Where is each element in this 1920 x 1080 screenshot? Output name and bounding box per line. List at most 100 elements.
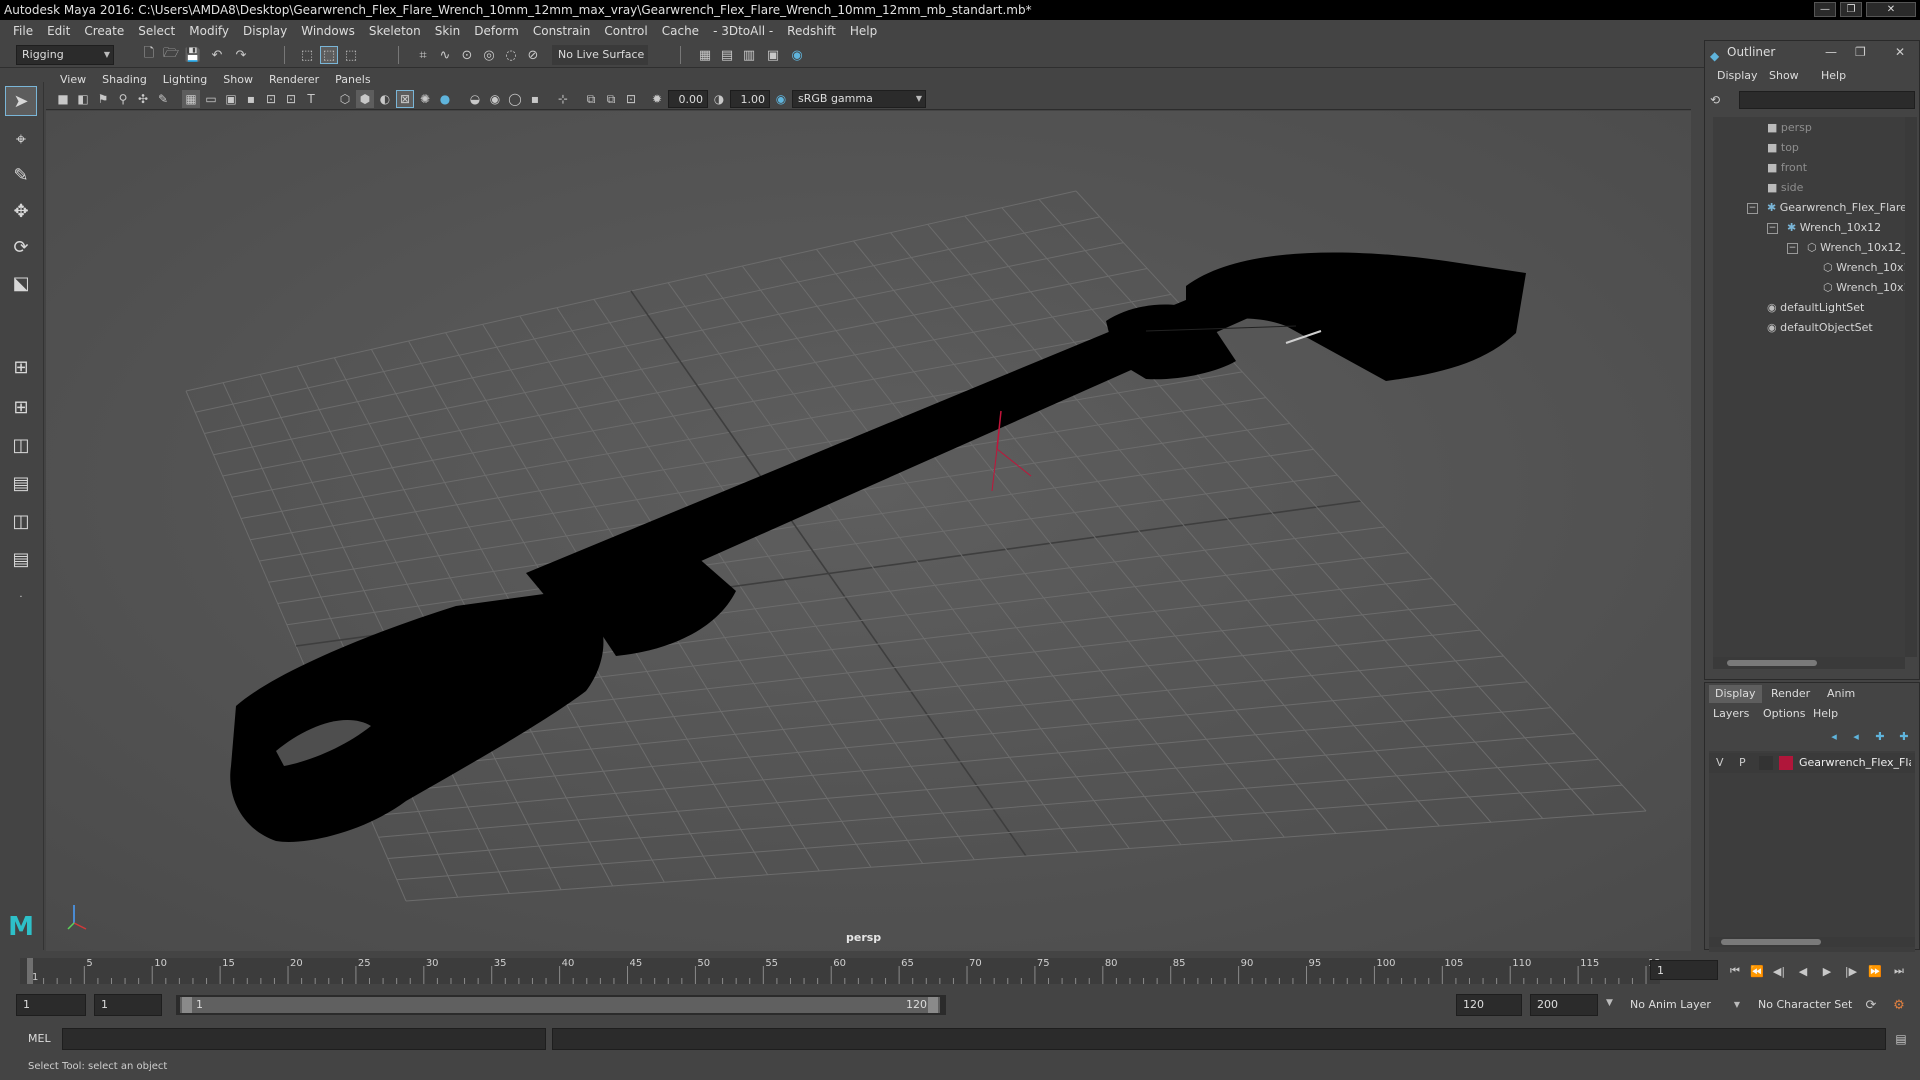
redo-icon[interactable]: ↷ xyxy=(232,46,250,64)
render-settings-icon[interactable]: ▥ xyxy=(740,46,758,64)
menu-item[interactable]: Deform xyxy=(467,24,526,38)
four-view-layout-icon[interactable]: ⊞ xyxy=(5,392,37,422)
scrollbar-thumb[interactable] xyxy=(1727,660,1817,666)
outliner-item[interactable]: ■ front xyxy=(1767,161,1807,174)
tab-render[interactable]: Render xyxy=(1765,685,1816,703)
outliner-item[interactable]: ■ side xyxy=(1767,181,1803,194)
ambient-occlusion-icon[interactable]: ◒ xyxy=(466,90,484,108)
step-back-frame-icon[interactable]: ◀| xyxy=(1770,962,1788,980)
playback-start-field[interactable]: 1 xyxy=(94,994,162,1016)
outliner-item[interactable]: ■ top xyxy=(1767,141,1799,154)
viewport-3d[interactable]: persp xyxy=(46,111,1691,951)
collapse-icon[interactable]: − xyxy=(1747,203,1758,214)
horizontal-scrollbar[interactable] xyxy=(1713,657,1905,669)
open-scene-icon[interactable]: 🗁 xyxy=(162,46,180,64)
character-set-select[interactable]: No Character Set xyxy=(1752,994,1860,1016)
2d-pan-zoom-icon[interactable]: ✣ xyxy=(134,90,152,108)
menu-item[interactable]: Skeleton xyxy=(362,24,428,38)
select-object-icon[interactable]: ⬚ xyxy=(320,46,338,64)
viewport-menu-item[interactable]: Panels xyxy=(327,73,378,86)
scale-tool-icon[interactable]: ⬕ xyxy=(5,268,37,298)
lasso-tool-icon[interactable]: ⌖ xyxy=(5,124,37,154)
color-space-select[interactable]: sRGB gamma ▼ xyxy=(792,90,926,108)
layer-visibility-toggle[interactable]: V xyxy=(1716,756,1724,769)
menu-item[interactable]: Skin xyxy=(428,24,468,38)
menu-set-select[interactable]: Rigging ▼ xyxy=(16,45,114,65)
current-time-marker[interactable] xyxy=(27,958,33,984)
collapse-icon[interactable]: − xyxy=(1767,223,1778,234)
viewport-menu-item[interactable]: Shading xyxy=(94,73,155,86)
menu-item[interactable]: Redshift xyxy=(780,24,843,38)
tab-display[interactable]: Display xyxy=(1709,685,1762,703)
outliner-search-input[interactable] xyxy=(1739,91,1915,109)
preferences-icon[interactable]: ⚙ xyxy=(1890,996,1908,1014)
color-management-icon[interactable]: ◉ xyxy=(772,90,790,108)
layer-color-swatch[interactable] xyxy=(1779,756,1793,770)
persp-hypershade-layout-icon[interactable]: ◫ xyxy=(5,506,37,536)
chevron-down-icon[interactable]: ▼ xyxy=(1606,998,1613,1008)
outliner-menu-item[interactable]: Help xyxy=(1821,69,1846,82)
range-end-grip[interactable] xyxy=(928,997,938,1013)
layer-playback-toggle[interactable]: P xyxy=(1739,756,1746,769)
range-slider-handle[interactable]: 1 120 xyxy=(180,997,940,1013)
film-gate-icon[interactable]: ▭ xyxy=(202,90,220,108)
paint-select-icon[interactable]: ✎ xyxy=(5,160,37,190)
play-forward-icon[interactable]: ▶ xyxy=(1818,962,1836,980)
image-plane-icon[interactable]: ⚲ xyxy=(114,90,132,108)
time-ruler[interactable]: 15 10 15 20 25 30 35 40 45 50 55 60 65 70 75 80 85 90 95 10… xyxy=(20,952,1660,986)
go-to-start-icon[interactable]: ⏮ xyxy=(1726,962,1744,980)
select-camera-icon[interactable]: ■ xyxy=(54,90,72,108)
smooth-shade-icon[interactable]: ⬢ xyxy=(356,90,374,108)
resolution-gate-icon[interactable]: ▣ xyxy=(222,90,240,108)
outliner-item[interactable]: ◉ defaultObjectSet xyxy=(1767,321,1873,334)
move-tool-icon[interactable]: ✥ xyxy=(5,196,37,226)
xray-joints-icon[interactable]: ⧉ xyxy=(602,90,620,108)
rotate-tool-icon[interactable]: ⟳ xyxy=(5,232,37,262)
command-language-label[interactable]: MEL xyxy=(28,1032,51,1045)
menu-item[interactable]: Display xyxy=(236,24,294,38)
outliner-menu-item[interactable]: Show xyxy=(1769,69,1799,82)
live-surface-field[interactable]: No Live Surface xyxy=(552,45,648,65)
menu-item[interactable]: File xyxy=(6,24,40,38)
isolate-select-icon[interactable]: ⊹ xyxy=(554,90,572,108)
menu-item[interactable]: Cache xyxy=(655,24,706,38)
tab-anim[interactable]: Anim xyxy=(1821,685,1861,703)
menu-item[interactable]: Windows xyxy=(294,24,362,38)
animation-start-field[interactable]: 1 xyxy=(16,994,86,1016)
use-all-lights-icon[interactable]: ✺ xyxy=(416,90,434,108)
move-layer-up-icon[interactable]: ◂ xyxy=(1825,727,1843,745)
auto-key-icon[interactable]: ⟳ xyxy=(1862,996,1880,1014)
close-button[interactable]: ✕ xyxy=(1866,2,1916,17)
snap-view-icon[interactable]: ◎ xyxy=(480,46,498,64)
outliner-item[interactable]: ◉ defaultLightSet xyxy=(1767,301,1864,314)
layer-scrollbar[interactable] xyxy=(1709,937,1915,947)
layer-type-toggle[interactable] xyxy=(1759,756,1773,770)
layer-name[interactable]: Gearwrench_Flex_Flare xyxy=(1799,756,1911,769)
grid-icon[interactable]: ▦ xyxy=(182,90,200,108)
range-start-grip[interactable] xyxy=(182,997,192,1013)
snap-curve-icon[interactable]: ∿ xyxy=(436,46,454,64)
maximize-icon[interactable]: ❐ xyxy=(1855,41,1866,63)
layer-menu-item[interactable]: Help xyxy=(1813,707,1838,720)
menu-item[interactable]: Control xyxy=(597,24,654,38)
outliner-item[interactable]: ✱ Wrench_10x12 xyxy=(1787,221,1881,234)
snap-point-icon[interactable]: ⊙ xyxy=(458,46,476,64)
xray-icon[interactable]: ⧉ xyxy=(582,90,600,108)
exposure-icon[interactable]: ✹ xyxy=(648,90,666,108)
outliner-item[interactable]: ■ persp xyxy=(1767,121,1812,134)
menu-item[interactable]: Select xyxy=(131,24,182,38)
layer-row[interactable]: V P Gearwrench_Flex_Flare xyxy=(1709,753,1915,773)
safe-action-icon[interactable]: ⊡ xyxy=(282,90,300,108)
wireframe-icon[interactable]: ⬡ xyxy=(336,90,354,108)
make-live-icon[interactable]: ⊘ xyxy=(524,46,542,64)
viewport-menu-item[interactable]: Show xyxy=(215,73,261,86)
xray-components-icon[interactable]: ⊡ xyxy=(622,90,640,108)
undo-icon[interactable]: ↶ xyxy=(208,46,226,64)
snap-grid-icon[interactable]: ⌗ xyxy=(414,46,432,64)
default-lighting-icon[interactable]: ◐ xyxy=(376,90,394,108)
safe-title-icon[interactable]: T xyxy=(302,90,320,108)
minimize-button[interactable]: — xyxy=(1814,2,1836,17)
custom-layout-icon[interactable]: ▤ xyxy=(5,544,37,574)
range-slider[interactable]: 1 120 xyxy=(176,995,946,1015)
menu-item[interactable]: Help xyxy=(843,24,884,38)
